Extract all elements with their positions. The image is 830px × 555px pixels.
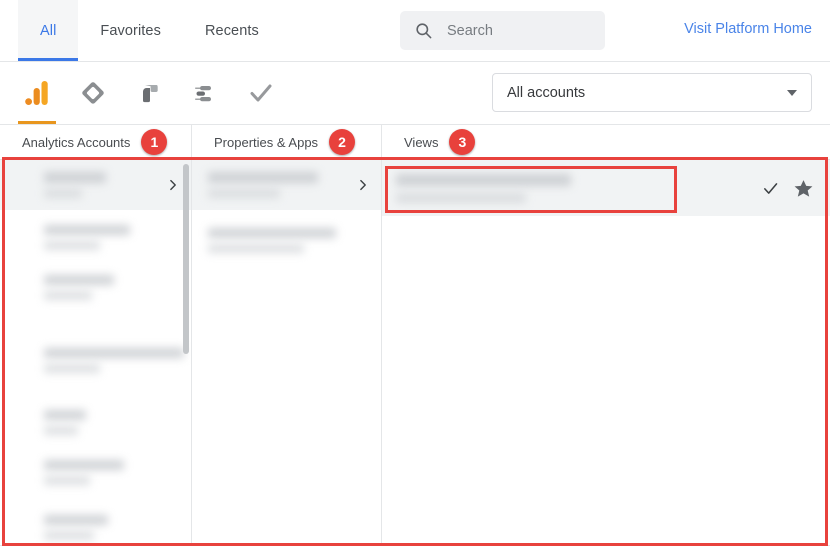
property-app-row[interactable] [192,160,381,210]
column-header-views: Views 3 [382,125,830,159]
chevron-right-icon[interactable] [356,179,369,192]
views-panel[interactable] [382,160,830,549]
annotation-badge-1: 1 [141,129,168,155]
tab-recents[interactable]: Recents [183,0,281,61]
surveys-checkmark-icon[interactable] [242,62,280,124]
analytics-account-row-label-redacted [44,400,191,446]
column-header-views-label: Views [404,134,439,150]
property-app-row[interactable] [192,218,381,264]
tab-favorites[interactable]: Favorites [78,0,183,61]
analytics-account-scrollbar-thumb[interactable] [183,164,189,354]
column-header-analytics-accounts-label: Analytics Accounts [22,134,131,150]
analytics-account-row[interactable] [0,160,191,210]
analytics-account-row[interactable] [0,450,191,496]
all-accounts-select-value: All accounts [507,84,586,101]
column-header-properties-apps-label: Properties & Apps [214,134,319,150]
analytics-account-row-label-redacted [44,450,191,496]
analytics-account-scrollbar[interactable] [181,160,191,549]
properties-apps-panel[interactable] [192,160,382,549]
search-icon [414,21,433,40]
view-name-redacted [396,173,571,203]
analytics-account-row-label-redacted [44,265,191,311]
data-studio-icon[interactable] [130,62,168,124]
analytics-account-row[interactable] [0,215,191,261]
nav-tabs: All Favorites Recents [0,0,281,61]
analytics-account-row-label-redacted [44,505,191,547]
tab-all-label: All [40,22,57,39]
analytics-account-row[interactable] [0,400,191,446]
analytics-account-row[interactable] [0,505,191,547]
star-filled-icon[interactable] [793,178,814,199]
analytics-account-row[interactable] [0,265,191,311]
search-box[interactable] [400,11,605,50]
chevron-down-icon [787,89,797,96]
annotation-badge-3: 3 [449,129,476,155]
chevron-right-icon[interactable] [166,179,179,192]
product-icon-bar: All accounts [0,62,830,125]
view-row-actions [762,178,830,199]
tab-favorites-label: Favorites [100,22,161,39]
tag-manager-icon[interactable] [74,62,112,124]
analytics-account-row-label-redacted [44,338,191,384]
bottom-strip [0,545,830,555]
search-input[interactable] [445,21,591,40]
optimize-icon[interactable] [186,62,224,124]
check-icon[interactable] [762,180,779,197]
column-headers: Analytics Accounts 1 Properties & Apps 2… [0,125,830,160]
property-app-row-label-redacted [208,218,381,264]
selector-panels [0,160,830,549]
top-navigation-bar: All Favorites Recents Visit Platform Hom… [0,0,830,62]
tab-recents-label: Recents [204,22,259,39]
all-accounts-select[interactable]: All accounts [492,73,812,112]
google-analytics-icon[interactable] [18,62,56,124]
column-header-properties-apps: Properties & Apps 2 [192,125,382,159]
analytics-account-row[interactable] [0,338,191,384]
analytics-account-row-label-redacted [44,215,191,261]
annotation-badge-2: 2 [329,129,356,155]
view-list-item-selected[interactable] [382,160,830,216]
tab-all[interactable]: All [18,0,79,61]
column-header-analytics-accounts: Analytics Accounts 1 [0,125,192,159]
visit-platform-home-link[interactable]: Visit Platform Home [684,21,812,37]
analytics-accounts-panel[interactable] [0,160,192,549]
